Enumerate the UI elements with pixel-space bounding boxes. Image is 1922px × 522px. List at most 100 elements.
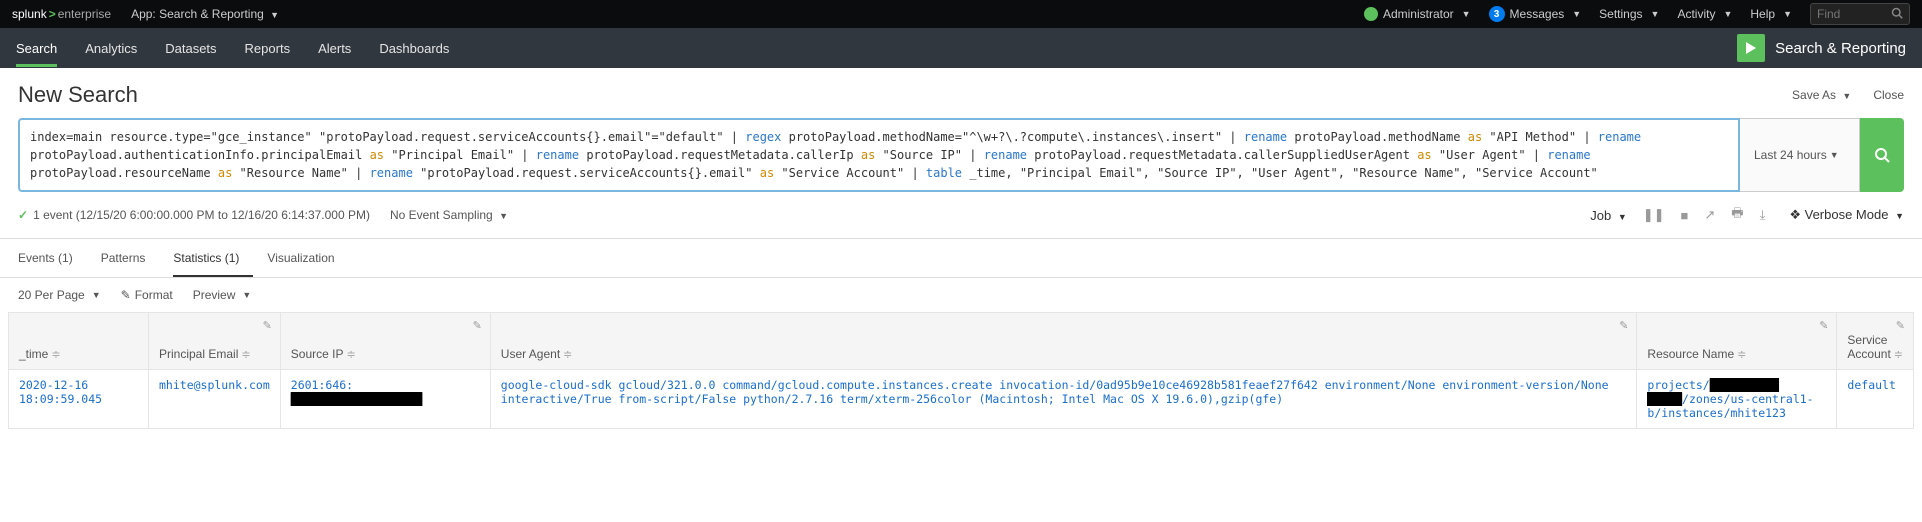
chevron-down-icon: ▼	[1723, 9, 1732, 19]
logo-enterprise: enterprise	[58, 7, 111, 21]
app-selector-label: App: Search & Reporting	[131, 7, 264, 21]
search-input[interactable]: index=main resource.type="gce_instance" …	[18, 118, 1740, 192]
chevron-down-icon: ▼	[1842, 91, 1851, 101]
user-label: Administrator	[1383, 7, 1454, 21]
title-actions: Save As ▼ Close	[1792, 88, 1904, 102]
nav-analytics[interactable]: Analytics	[85, 30, 137, 67]
chevron-down-icon: ▼	[499, 211, 508, 221]
app-selector[interactable]: App: Search & Reporting ▼	[131, 7, 279, 21]
chevron-down-icon: ▼	[1572, 9, 1581, 19]
pencil-icon[interactable]: ✎	[263, 319, 272, 332]
chevron-down-icon: ▼	[92, 290, 101, 300]
print-icon[interactable]: 🖶	[1731, 204, 1743, 226]
status-dot-icon	[1364, 7, 1378, 21]
settings-menu[interactable]: Settings ▼	[1599, 7, 1659, 21]
table-row[interactable]: 2020-12-16 18:09:59.045 mhite@splunk.com…	[9, 370, 1914, 429]
find-input[interactable]	[1817, 7, 1891, 21]
col-resource-name[interactable]: ✎Resource Name≑	[1637, 313, 1837, 370]
help-label: Help	[1750, 7, 1775, 21]
title-row: New Search Save As ▼ Close	[0, 68, 1922, 118]
fast-mode-icon: ❖	[1789, 207, 1801, 222]
search-status-row: ✓ 1 event (12/15/20 6:00:00.000 PM to 12…	[0, 192, 1922, 239]
cell-time[interactable]: 2020-12-16 18:09:59.045	[9, 370, 149, 429]
activity-menu[interactable]: Activity ▼	[1677, 7, 1732, 21]
logo-arrow-icon: >	[49, 7, 56, 21]
tab-patterns[interactable]: Patterns	[101, 239, 160, 277]
col-user-agent[interactable]: ✎User Agent≑	[490, 313, 1637, 370]
cell-source-ip[interactable]: 2601:646:███████████████████	[280, 370, 490, 429]
col-service-account[interactable]: ✎Service Account≑	[1837, 313, 1914, 370]
search-icon	[1891, 7, 1903, 22]
tab-statistics[interactable]: Statistics (1)	[173, 239, 253, 277]
time-range-label: Last 24 hours	[1754, 148, 1827, 162]
cell-resource-name[interactable]: projects/███████████████/zones/us-centra…	[1637, 370, 1837, 429]
cell-service-account[interactable]: default	[1837, 370, 1914, 429]
global-header: splunk > enterprise App: Search & Report…	[0, 0, 1922, 28]
messages-menu[interactable]: 3 Messages ▼	[1489, 6, 1582, 22]
redacted-text: █████	[1647, 392, 1682, 406]
table-header-row: _time≑ ✎Principal Email≑ ✎Source IP≑ ✎Us…	[9, 313, 1914, 370]
pencil-icon[interactable]: ✎	[1819, 319, 1828, 332]
share-icon[interactable]: ↗	[1704, 207, 1715, 223]
chevron-down-icon: ▼	[1618, 212, 1627, 222]
app-title-label: Search & Reporting	[1775, 40, 1906, 57]
pencil-icon[interactable]: ✎	[1896, 319, 1905, 332]
nav-dashboards[interactable]: Dashboards	[379, 30, 449, 67]
preview-menu[interactable]: Preview ▼	[193, 288, 252, 302]
search-mode-menu[interactable]: ❖ Verbose Mode ▼	[1789, 207, 1904, 223]
run-search-button[interactable]	[1860, 118, 1904, 192]
nav-alerts[interactable]: Alerts	[318, 30, 351, 67]
save-as-button[interactable]: Save As ▼	[1792, 88, 1851, 102]
pencil-icon: ✎	[121, 288, 131, 302]
messages-badge: 3	[1489, 6, 1505, 22]
header-right: Administrator ▼ 3 Messages ▼ Settings ▼ …	[1364, 3, 1910, 25]
chevron-down-icon: ▼	[1462, 9, 1471, 19]
nav-reports[interactable]: Reports	[245, 30, 291, 67]
nav-app-title[interactable]: Search & Reporting	[1737, 34, 1906, 62]
pencil-icon[interactable]: ✎	[473, 319, 482, 332]
results-table-wrap: _time≑ ✎Principal Email≑ ✎Source IP≑ ✎Us…	[0, 312, 1922, 429]
per-page-menu[interactable]: 20 Per Page ▼	[18, 288, 101, 302]
col-source-ip[interactable]: ✎Source IP≑	[280, 313, 490, 370]
sort-icon: ≑	[346, 349, 355, 361]
settings-label: Settings	[1599, 7, 1642, 21]
nav-search[interactable]: Search	[16, 30, 57, 67]
cell-user-agent[interactable]: google-cloud-sdk gcloud/321.0.0 command/…	[490, 370, 1637, 429]
sort-icon: ≑	[241, 349, 250, 361]
chevron-down-icon: ▼	[242, 290, 251, 300]
pause-icon[interactable]: ❚❚	[1643, 207, 1665, 223]
logo[interactable]: splunk > enterprise	[12, 7, 111, 21]
chevron-down-icon: ▼	[1830, 150, 1839, 160]
app-icon	[1737, 34, 1765, 62]
pencil-icon[interactable]: ✎	[1619, 319, 1628, 332]
export-icon[interactable]: ⤓	[1760, 207, 1766, 223]
event-count: ✓ 1 event (12/15/20 6:00:00.000 PM to 12…	[18, 208, 370, 222]
redacted-text: ███████████████████	[291, 392, 423, 406]
format-menu[interactable]: ✎ Format	[121, 288, 173, 302]
status-controls: Job ▼ ❚❚ ■ ↗ 🖶 ⤓ ❖ Verbose Mode ▼	[1590, 204, 1904, 226]
activity-label: Activity	[1677, 7, 1715, 21]
close-button[interactable]: Close	[1873, 88, 1904, 102]
sampling-label: No Event Sampling	[390, 208, 493, 222]
chevron-down-icon: ▼	[1783, 9, 1792, 19]
results-toolbar: 20 Per Page ▼ ✎ Format Preview ▼	[0, 278, 1922, 312]
col-principal-email[interactable]: ✎Principal Email≑	[149, 313, 281, 370]
col-time[interactable]: _time≑	[9, 313, 149, 370]
results-table: _time≑ ✎Principal Email≑ ✎Source IP≑ ✎Us…	[8, 312, 1914, 429]
time-range-picker[interactable]: Last 24 hours ▼	[1740, 118, 1860, 192]
tab-visualization[interactable]: Visualization	[267, 239, 348, 277]
user-menu[interactable]: Administrator ▼	[1364, 7, 1471, 21]
chevron-down-icon: ▼	[1895, 211, 1904, 221]
event-sampling-menu[interactable]: No Event Sampling ▼	[390, 208, 508, 222]
stop-icon[interactable]: ■	[1681, 208, 1689, 223]
tab-events[interactable]: Events (1)	[18, 239, 87, 277]
find-box[interactable]	[1810, 3, 1910, 25]
result-tabs: Events (1) Patterns Statistics (1) Visua…	[0, 239, 1922, 278]
cell-principal-email[interactable]: mhite@splunk.com	[149, 370, 281, 429]
help-menu[interactable]: Help ▼	[1750, 7, 1792, 21]
job-menu[interactable]: Job ▼	[1590, 208, 1627, 223]
app-navbar: Search Analytics Datasets Reports Alerts…	[0, 28, 1922, 68]
logo-splunk: splunk	[12, 7, 47, 21]
sort-icon: ≑	[1737, 349, 1746, 361]
nav-datasets[interactable]: Datasets	[165, 30, 216, 67]
